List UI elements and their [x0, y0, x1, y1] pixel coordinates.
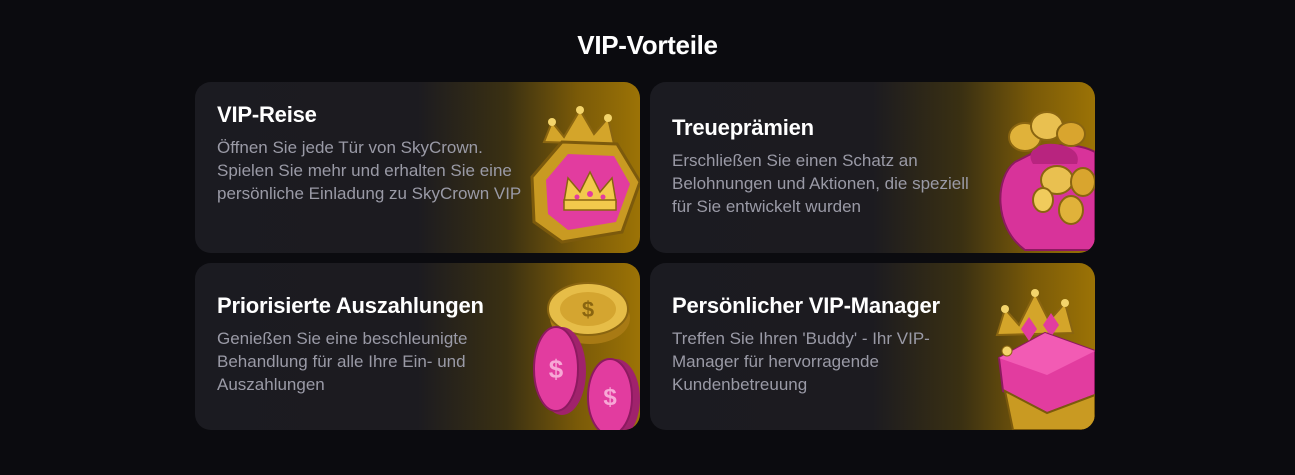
svg-text:$: $ [549, 354, 564, 384]
benefit-card-personal-manager[interactable]: Persönlicher VIP-Manager Treffen Sie Ihr… [650, 263, 1095, 430]
benefits-grid: VIP-Reise Öffnen Sie jede Tür von SkyCro… [195, 82, 1095, 430]
card-description: Genießen Sie eine beschleunigte Behandlu… [217, 329, 468, 394]
coin-bag-icon [975, 82, 1095, 253]
coins-icon: $ $ $ [520, 263, 640, 430]
card-title: VIP-Reise [217, 102, 317, 127]
vip-benefits-section: VIP-Vorteile VIP-Reise Öffnen Sie jede T… [0, 0, 1295, 475]
card-description: Treffen Sie Ihren 'Buddy' - Ihr VIP-Mana… [672, 329, 930, 394]
card-text: VIP-Reise Öffnen Sie jede Tür von SkyCro… [217, 102, 527, 205]
svg-text:$: $ [582, 297, 594, 322]
card-text: Priorisierte Auszahlungen Genießen Sie e… [217, 293, 527, 396]
card-description: Erschließen Sie einen Schatz an Belohnun… [672, 151, 969, 216]
card-title: Treueprämien [672, 115, 814, 140]
svg-text:$: $ [603, 384, 617, 411]
card-text: Treueprämien Erschließen Sie einen Schat… [672, 115, 982, 218]
benefit-card-vip-journey[interactable]: VIP-Reise Öffnen Sie jede Tür von SkyCro… [195, 82, 640, 253]
card-text: Persönlicher VIP-Manager Treffen Sie Ihr… [672, 293, 982, 396]
card-description: Öffnen Sie jede Tür von SkyCrown. Spiele… [217, 138, 522, 203]
benefit-card-loyalty-rewards[interactable]: Treueprämien Erschließen Sie einen Schat… [650, 82, 1095, 253]
section-title: VIP-Vorteile [577, 30, 718, 60]
crown-badge-icon [520, 82, 640, 253]
crown-manager-icon [975, 263, 1095, 430]
card-title: Persönlicher VIP-Manager [672, 293, 940, 318]
benefit-card-priority-payouts[interactable]: Priorisierte Auszahlungen Genießen Sie e… [195, 263, 640, 430]
card-title: Priorisierte Auszahlungen [217, 293, 484, 318]
